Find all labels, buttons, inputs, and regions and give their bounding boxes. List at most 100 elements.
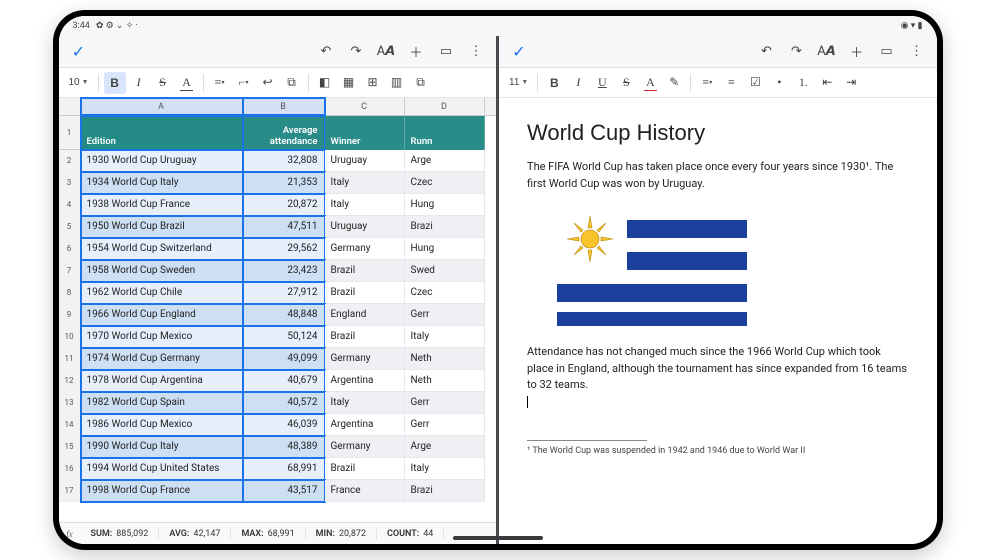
valign-button[interactable]: ⌐▾ xyxy=(233,72,255,94)
font-button[interactable]: A𝘼 xyxy=(376,42,396,62)
redo-button[interactable]: ↷ xyxy=(346,42,366,62)
cell-winner[interactable]: Argentina xyxy=(325,414,405,436)
cell-attendance[interactable]: 32,808 xyxy=(243,150,325,172)
cell-runner[interactable]: Hung xyxy=(405,238,485,260)
add-button[interactable]: ＋ xyxy=(406,42,426,62)
table-row[interactable]: 141986 World Cup Mexico46,039ArgentinaGe… xyxy=(59,414,497,436)
cell-runner[interactable]: Neth xyxy=(405,348,485,370)
cell-attendance[interactable]: 29,562 xyxy=(243,238,325,260)
home-bar[interactable] xyxy=(453,536,543,540)
cell-edition[interactable]: 1938 World Cup France xyxy=(81,194,243,216)
numbers-button[interactable]: 1. xyxy=(792,72,814,94)
table-row[interactable]: 161994 World Cup United States68,991Braz… xyxy=(59,458,497,480)
cell-edition[interactable]: 1982 World Cup Spain xyxy=(81,392,243,414)
text-color-button[interactable]: A xyxy=(639,72,661,94)
font-size-select[interactable]: 10▼ xyxy=(65,77,93,88)
cell-winner[interactable]: Argentina xyxy=(325,370,405,392)
cell-winner[interactable]: Brazil xyxy=(325,282,405,304)
fill-color-button[interactable]: ◧ xyxy=(314,72,336,94)
cell-edition[interactable]: 1966 World Cup England xyxy=(81,304,243,326)
cell-winner[interactable]: Germany xyxy=(325,238,405,260)
bullets-button[interactable]: • xyxy=(768,72,790,94)
cell-winner[interactable]: France xyxy=(325,480,405,502)
insert-button[interactable]: ⊞ xyxy=(362,72,384,94)
cell-edition[interactable]: 1930 World Cup Uruguay xyxy=(81,150,243,172)
font-size-select[interactable]: 11▼ xyxy=(505,77,532,88)
underline-button[interactable]: U xyxy=(591,72,613,94)
freeze-button[interactable]: ▥ xyxy=(386,72,408,94)
table-row[interactable]: 81962 World Cup Chile27,912BrazilCzec xyxy=(59,282,497,304)
header-runner[interactable]: Runn xyxy=(405,116,485,150)
cell-attendance[interactable]: 49,099 xyxy=(243,348,325,370)
bold-button[interactable]: B xyxy=(543,72,565,94)
document-body[interactable]: World Cup History The FIFA World Cup has… xyxy=(499,98,937,544)
cell-runner[interactable]: Hung xyxy=(405,194,485,216)
merge-button[interactable]: ⧉ xyxy=(281,72,303,94)
comment-button[interactable]: ▭ xyxy=(436,42,456,62)
more-button[interactable]: ⋮ xyxy=(466,42,486,62)
col-A[interactable]: A xyxy=(81,98,243,115)
halign-button[interactable]: ≡▾ xyxy=(209,72,231,94)
borders-button[interactable]: ▦ xyxy=(338,72,360,94)
table-row[interactable]: 111974 World Cup Germany49,099GermanyNet… xyxy=(59,348,497,370)
align-button[interactable]: ≡▾ xyxy=(696,72,718,94)
cell-attendance[interactable]: 50,124 xyxy=(243,326,325,348)
highlight-button[interactable]: ✎ xyxy=(663,72,685,94)
header-avg-attendance[interactable]: Averageattendance xyxy=(243,116,325,150)
wrap-button[interactable]: ↩ xyxy=(257,72,279,94)
accept-icon[interactable]: ✓ xyxy=(509,42,529,62)
cell-attendance[interactable]: 48,848 xyxy=(243,304,325,326)
cell-runner[interactable]: Italy xyxy=(405,458,485,480)
undo-button[interactable]: ↶ xyxy=(757,42,777,62)
font-button[interactable]: A𝘼 xyxy=(817,42,837,62)
line-height-button[interactable]: ≡ xyxy=(720,72,742,94)
cell-winner[interactable]: Italy xyxy=(325,172,405,194)
cell-edition[interactable]: 1958 World Cup Sweden xyxy=(81,260,243,282)
cell-runner[interactable]: Brazi xyxy=(405,216,485,238)
cell-attendance[interactable]: 43,517 xyxy=(243,480,325,502)
bold-button[interactable]: B xyxy=(104,72,126,94)
cell-attendance[interactable]: 27,912 xyxy=(243,282,325,304)
table-row[interactable]: 71958 World Cup Sweden23,423BrazilSwed xyxy=(59,260,497,282)
select-all-corner[interactable] xyxy=(59,98,81,115)
cell-runner[interactable]: Brazi xyxy=(405,480,485,502)
strike-button[interactable]: S xyxy=(615,72,637,94)
cell-edition[interactable]: 1970 World Cup Mexico xyxy=(81,326,243,348)
cell-attendance[interactable]: 21,353 xyxy=(243,172,325,194)
accept-icon[interactable]: ✓ xyxy=(69,42,89,62)
cell-winner[interactable]: Brazil xyxy=(325,260,405,282)
cell-winner[interactable]: Italy xyxy=(325,194,405,216)
cell-attendance[interactable]: 68,991 xyxy=(243,458,325,480)
cell-attendance[interactable]: 48,389 xyxy=(243,436,325,458)
cell-runner[interactable]: Swed xyxy=(405,260,485,282)
cell-winner[interactable]: England xyxy=(325,304,405,326)
table-row[interactable]: 21930 World Cup Uruguay32,808UruguayArge xyxy=(59,150,497,172)
redo-button[interactable]: ↷ xyxy=(787,42,807,62)
strike-button[interactable]: S xyxy=(152,72,174,94)
checklist-button[interactable]: ☑ xyxy=(744,72,766,94)
italic-button[interactable]: I xyxy=(567,72,589,94)
text-color-button[interactable]: A xyxy=(176,72,198,94)
cell-runner[interactable]: Gerr xyxy=(405,304,485,326)
cell-winner[interactable]: Brazil xyxy=(325,458,405,480)
cell-runner[interactable]: Arge xyxy=(405,150,485,172)
indent-decrease-button[interactable]: ⇤ xyxy=(816,72,838,94)
col-D[interactable]: D xyxy=(405,98,485,115)
table-row[interactable]: 121978 World Cup Argentina40,679Argentin… xyxy=(59,370,497,392)
cell-winner[interactable]: Germany xyxy=(325,436,405,458)
col-B[interactable]: B xyxy=(243,98,325,115)
cell-winner[interactable]: Brazil xyxy=(325,326,405,348)
cell-edition[interactable]: 1978 World Cup Argentina xyxy=(81,370,243,392)
cell-edition[interactable]: 1974 World Cup Germany xyxy=(81,348,243,370)
cell-winner[interactable]: Italy xyxy=(325,392,405,414)
col-C[interactable]: C xyxy=(325,98,405,115)
cell-edition[interactable]: 1934 World Cup Italy xyxy=(81,172,243,194)
cell-edition[interactable]: 1986 World Cup Mexico xyxy=(81,414,243,436)
more-button[interactable]: ⋮ xyxy=(907,42,927,62)
table-row[interactable]: 171998 World Cup France43,517FranceBrazi xyxy=(59,480,497,502)
cell-runner[interactable]: Arge xyxy=(405,436,485,458)
cell-runner[interactable]: Gerr xyxy=(405,414,485,436)
cell-edition[interactable]: 1954 World Cup Switzerland xyxy=(81,238,243,260)
cell-attendance[interactable]: 40,572 xyxy=(243,392,325,414)
link-button[interactable]: ⧉ xyxy=(410,72,432,94)
